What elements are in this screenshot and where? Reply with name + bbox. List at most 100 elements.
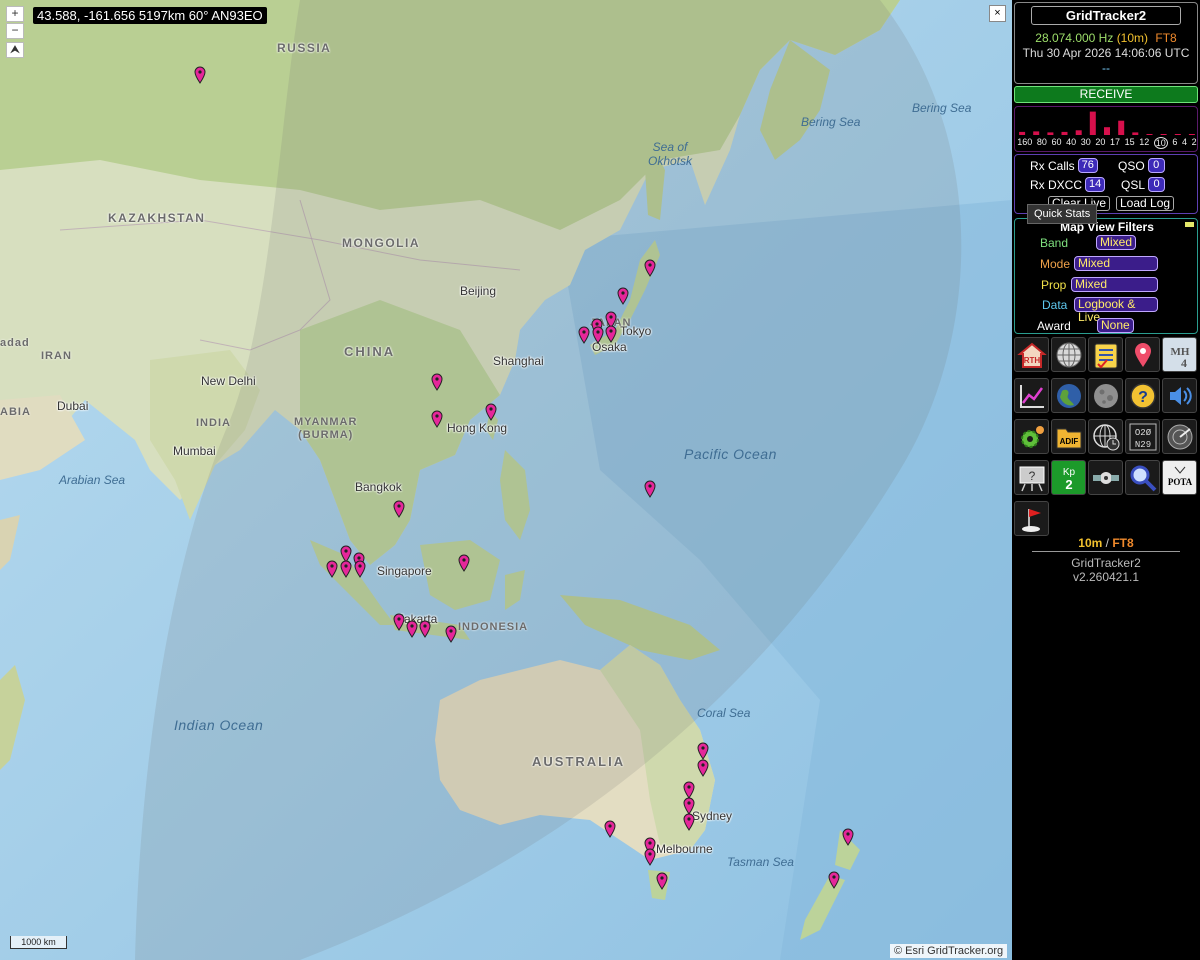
spot-pin-icon[interactable] <box>485 403 497 421</box>
app-title: GridTracker2 <box>1031 6 1181 25</box>
spot-pin-icon[interactable] <box>605 325 617 343</box>
band-label[interactable]: 40 <box>1066 137 1076 149</box>
award-filter-select[interactable]: None <box>1097 318 1134 333</box>
kp-index-icon[interactable]: Kp 2 <box>1051 460 1086 495</box>
band-label[interactable]: 4 <box>1182 137 1187 149</box>
adif-icon[interactable]: ADIF <box>1051 419 1086 454</box>
close-map-button[interactable]: × <box>989 5 1006 22</box>
spot-pin-icon[interactable] <box>828 871 840 889</box>
band-label[interactable]: 20 <box>1095 137 1105 149</box>
grid-numbers-icon[interactable]: O2Ø N29 <box>1125 419 1160 454</box>
band-filter-select[interactable]: Mixed <box>1096 235 1137 250</box>
receive-status-button[interactable]: RECEIVE <box>1014 86 1198 103</box>
band-label[interactable]: 2 <box>1192 137 1197 149</box>
world-clock-icon[interactable] <box>1088 419 1123 454</box>
band-label[interactable]: 6 <box>1172 137 1177 149</box>
spot-pin-icon[interactable] <box>842 828 854 846</box>
tool-grid: RTH MH 4 ? ADIF O2Ø N29 ? Kp 2 POTA <box>1014 337 1198 539</box>
footer-mode: FT8 <box>1112 536 1134 550</box>
question-card-icon[interactable]: ? <box>1014 460 1049 495</box>
spot-pin-icon[interactable] <box>393 613 405 631</box>
grid-text-a: O2Ø <box>1134 428 1151 438</box>
band-label[interactable]: 160 <box>1017 137 1032 149</box>
satellite-icon[interactable] <box>1088 460 1123 495</box>
map-attribution: © Esri GridTracker.org <box>890 944 1008 958</box>
pota-icon[interactable]: POTA <box>1162 460 1197 495</box>
band-label[interactable]: 10 <box>1153 137 1168 149</box>
minimize-filters-button[interactable] <box>1185 222 1194 227</box>
earth-icon[interactable] <box>1051 378 1086 413</box>
band-activity-bar <box>1089 111 1096 135</box>
north-arrow-icon[interactable]: ⮝ <box>6 42 24 58</box>
qsl-row: QSL 0 <box>1121 177 1166 192</box>
qso-value[interactable]: 0 <box>1147 158 1165 173</box>
band-activity-bar <box>1174 134 1181 135</box>
footer-version: v2.260421.1 <box>1072 570 1140 584</box>
search-icon[interactable] <box>1125 460 1160 495</box>
qsl-value[interactable]: 0 <box>1148 177 1166 192</box>
moon-icon[interactable] <box>1088 378 1123 413</box>
globe-grid-icon[interactable] <box>1051 337 1086 372</box>
spot-pin-icon[interactable] <box>644 848 656 866</box>
scale-bar: 1000 km <box>10 936 67 949</box>
chart-icon[interactable] <box>1014 378 1049 413</box>
rx-dxcc-row: Rx DXCC 14 <box>1030 177 1106 192</box>
award-filter-label: Award <box>1037 319 1071 333</box>
spot-pin-icon[interactable] <box>644 480 656 498</box>
band-label[interactable]: 80 <box>1037 137 1047 149</box>
prop-filter-select[interactable]: Mixed <box>1071 277 1158 292</box>
spot-pin-icon[interactable] <box>604 820 616 838</box>
spot-pin-icon[interactable] <box>406 620 418 638</box>
spot-pin-icon[interactable] <box>578 326 590 344</box>
spot-pin-icon[interactable] <box>431 373 443 391</box>
frequency-line: 28.074.000 Hz (10m) FT8 <box>1015 31 1197 45</box>
band-activity-bar <box>1188 134 1195 135</box>
map-view[interactable]: RUSSIA KAZAKHSTAN MONGOLIA CHINA IRAN ad… <box>0 0 1012 960</box>
band-label[interactable]: 30 <box>1081 137 1091 149</box>
band-label[interactable]: 60 <box>1052 137 1062 149</box>
band-activity-bars <box>1019 111 1195 135</box>
load-log-button[interactable]: Load Log <box>1116 196 1175 211</box>
band-label[interactable]: 15 <box>1125 137 1135 149</box>
rx-dxcc-value[interactable]: 14 <box>1085 177 1106 192</box>
footer-band: 10m <box>1078 536 1103 550</box>
spot-pin-icon[interactable] <box>592 326 604 344</box>
spot-pin-icon[interactable] <box>354 560 366 578</box>
radar-icon[interactable] <box>1162 419 1197 454</box>
settings-icon[interactable] <box>1014 419 1049 454</box>
mh-4-icon[interactable]: MH 4 <box>1162 337 1197 372</box>
spot-pin-icon[interactable] <box>697 742 709 760</box>
spot-pin-icon[interactable] <box>458 554 470 572</box>
zoom-in-button[interactable]: + <box>6 6 24 22</box>
spot-pin-icon[interactable] <box>445 625 457 643</box>
zoom-out-button[interactable]: − <box>6 23 24 39</box>
svg-text:?: ? <box>1138 389 1148 406</box>
spot-pin-icon[interactable] <box>194 66 206 84</box>
spot-pin-icon[interactable] <box>617 287 629 305</box>
spot-pin-icon[interactable] <box>326 560 338 578</box>
checklist-icon[interactable] <box>1088 337 1123 372</box>
spot-pin-icon[interactable] <box>697 759 709 777</box>
mode-filter-select[interactable]: Mixed <box>1074 256 1158 271</box>
band-activity-bar <box>1160 134 1167 135</box>
spot-pin-icon[interactable] <box>393 500 405 518</box>
spot-pin-icon[interactable] <box>683 813 695 831</box>
rx-calls-value[interactable]: 76 <box>1077 158 1098 173</box>
map-pin-icon[interactable] <box>1125 337 1160 372</box>
spot-pin-icon[interactable] <box>431 410 443 428</box>
band-activity-bar <box>1047 132 1054 135</box>
spot-pin-icon[interactable] <box>656 872 668 890</box>
spot-pin-icon[interactable] <box>644 259 656 277</box>
spot-pin-icon[interactable] <box>419 620 431 638</box>
data-filter-select[interactable]: Logbook & Live <box>1074 297 1158 324</box>
spot-pin-icon[interactable] <box>340 560 352 578</box>
help-icon[interactable]: ? <box>1125 378 1160 413</box>
band-label[interactable]: 17 <box>1110 137 1120 149</box>
band-paren: (10m) <box>1116 31 1149 45</box>
speaker-icon[interactable] <box>1162 378 1197 413</box>
band-label[interactable]: 12 <box>1139 137 1149 149</box>
golf-flag-icon[interactable] <box>1014 501 1049 536</box>
band-activity-bar <box>1019 131 1026 135</box>
rth-home-icon[interactable]: RTH <box>1014 337 1049 372</box>
band-activity-panel[interactable]: 160 80 60 40 30 20 17 15 12 10 6 4 2 <box>1014 106 1198 152</box>
